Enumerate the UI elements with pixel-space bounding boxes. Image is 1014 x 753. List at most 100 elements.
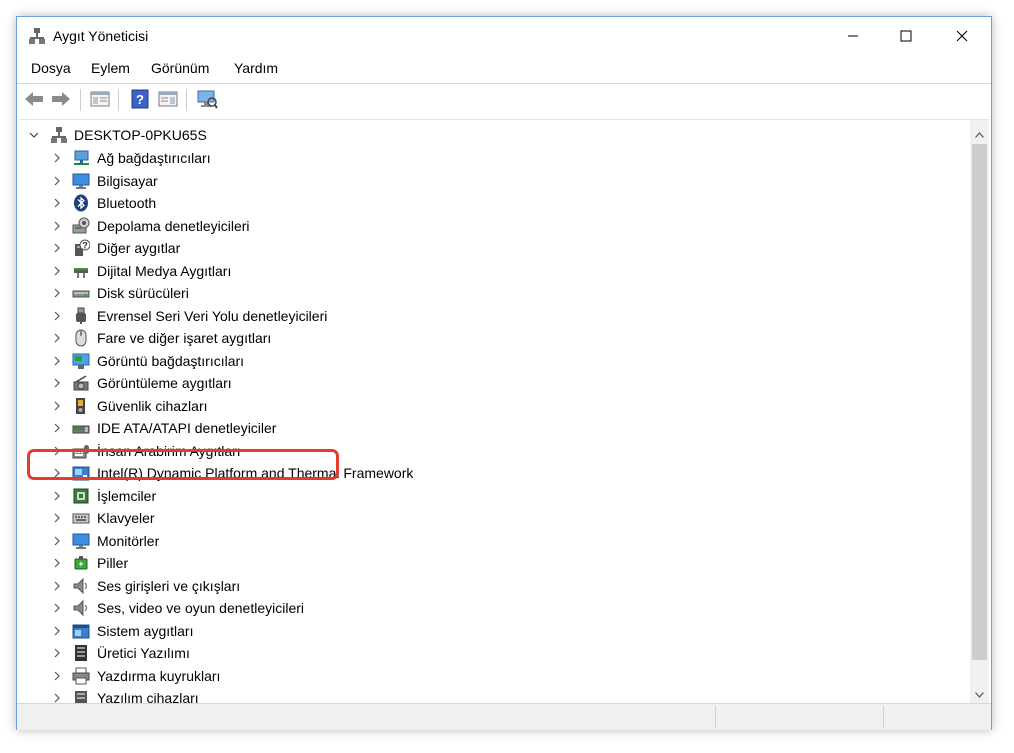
forward-button[interactable] [50, 88, 72, 110]
tree-item[interactable]: Dijital Medya Aygıtları [19, 260, 919, 282]
scan-hardware-button[interactable] [196, 88, 218, 110]
menu-view[interactable]: Görünüm [151, 60, 209, 76]
tree-item-label: Sistem aygıtları [97, 622, 194, 639]
tree-item[interactable]: Disk sürücüleri [19, 282, 919, 304]
chevron-right-icon[interactable] [52, 311, 62, 321]
properties-button[interactable] [89, 88, 111, 110]
tree-item-label: Ses, video ve oyun denetleyicileri [97, 600, 305, 616]
firmware-icon [75, 645, 87, 661]
tree-item-label: Bluetooth [97, 195, 157, 211]
chevron-down-icon[interactable] [29, 130, 39, 140]
tree-item[interactable]: Yazdırma kuyrukları [19, 665, 919, 687]
chevron-right-icon[interactable] [52, 671, 62, 681]
tree-item[interactable]: Evrensel Seri Veri Yolu denetleyicileri [19, 305, 919, 327]
svg-text:?: ? [136, 92, 144, 107]
vertical-scrollbar[interactable] [970, 120, 989, 704]
chevron-right-icon[interactable] [52, 491, 62, 501]
chevron-right-icon[interactable] [52, 153, 62, 163]
chevron-right-icon[interactable] [52, 243, 62, 253]
chevron-right-icon[interactable] [52, 603, 62, 613]
tree-item[interactable]: Sistem aygıtları [19, 620, 919, 642]
disk-drive-icon [72, 290, 90, 298]
mouse-icon [75, 329, 87, 347]
tree-item[interactable]: Ses, video ve oyun denetleyicileri [19, 597, 919, 619]
audio-io-icon [73, 577, 88, 594]
minimize-button[interactable] [830, 17, 876, 55]
tree-item[interactable]: Bluetooth [19, 192, 919, 214]
menu-file[interactable]: Dosya [31, 60, 71, 76]
tree-item-label: Diğer aygıtlar [97, 240, 181, 256]
title-bar[interactable]: Aygıt Yöneticisi [17, 17, 991, 55]
tree-item[interactable]: ? Diğer aygıtlar [19, 237, 919, 259]
tree-item[interactable]: Monitörler [19, 530, 919, 552]
tree-item[interactable]: Görüntü bağdaştırıcıları [19, 350, 919, 372]
chevron-right-icon[interactable] [52, 536, 62, 546]
tree-item[interactable]: Ses girişleri ve çıkışları [19, 575, 919, 597]
tree-item-label: Yazdırma kuyrukları [97, 667, 221, 684]
tree-item[interactable]: Ağ bağdaştırıcıları [19, 147, 919, 169]
menu-action[interactable]: Eylem [91, 60, 130, 76]
tree-item-label: İşlemciler [97, 487, 157, 504]
tree-item[interactable]: Üretici Yazılımı [19, 642, 919, 664]
close-button[interactable] [939, 17, 985, 55]
security-device-icon [76, 397, 85, 414]
highlight-box [27, 449, 339, 480]
chevron-right-icon[interactable] [52, 693, 62, 703]
tree-item-label: Evrensel Seri Veri Yolu denetleyicileri [97, 307, 328, 324]
tree-item-label: Klavyeler [97, 510, 155, 526]
menu-help[interactable]: Yardım [234, 60, 278, 76]
tree-item[interactable]: Piller [19, 552, 919, 574]
tree-item-label: Güvenlik cihazları [97, 397, 208, 414]
scroll-thumb[interactable] [972, 144, 987, 660]
chevron-right-icon[interactable] [52, 581, 62, 591]
system-devices-icon [72, 624, 90, 638]
chevron-right-icon[interactable] [52, 401, 62, 411]
chevron-right-icon[interactable] [52, 266, 62, 276]
chevron-right-icon[interactable] [52, 423, 62, 433]
network-adapter-icon [74, 150, 89, 165]
minimize-icon [848, 35, 858, 37]
help-button[interactable]: ? [129, 88, 151, 110]
chevron-right-icon[interactable] [52, 221, 62, 231]
tree-item[interactable]: Depolama denetleyicileri [19, 215, 919, 237]
tree-item[interactable]: Fare ve diğer işaret aygıtları [19, 327, 919, 349]
tree-item[interactable]: Klavyeler [19, 507, 919, 529]
chevron-right-icon[interactable] [52, 378, 62, 388]
update-driver-button[interactable] [157, 88, 179, 110]
tree-item[interactable]: Görüntüleme aygıtları [19, 372, 919, 394]
keyboard-icon [72, 513, 90, 524]
tree-item-label: Bilgisayar [97, 172, 158, 189]
tree-item[interactable]: Bilgisayar [19, 170, 919, 192]
chevron-right-icon[interactable] [52, 356, 62, 366]
back-button[interactable] [23, 88, 45, 110]
tree-item-label: Yazılım cihazları [97, 690, 199, 704]
tree-item[interactable]: İşlemciler [19, 485, 919, 507]
scroll-up-button[interactable] [970, 126, 989, 144]
computer-root-icon [51, 127, 67, 143]
tree-item-label: Dijital Medya Aygıtları [97, 262, 232, 279]
computer-name: DESKTOP-0PKU65S [74, 127, 207, 143]
scroll-down-button[interactable] [970, 686, 989, 704]
usb-icon [76, 307, 86, 324]
processor-icon [73, 488, 89, 503]
tree-item[interactable]: Yazılım cihazları [19, 687, 919, 704]
properties-icon [90, 91, 110, 107]
maximize-button[interactable] [883, 17, 929, 55]
ide-controller-icon [72, 425, 90, 434]
chevron-right-icon[interactable] [52, 513, 62, 523]
tree-item-label: Görüntüleme aygıtları [97, 375, 232, 391]
tree-item-label: Disk sürücüleri [97, 285, 189, 301]
chevron-right-icon[interactable] [52, 198, 62, 208]
chevron-right-icon[interactable] [52, 176, 62, 186]
chevron-right-icon[interactable] [52, 333, 62, 343]
chevron-right-icon[interactable] [52, 626, 62, 636]
chevron-right-icon[interactable] [52, 288, 62, 298]
forward-arrow-icon [52, 92, 70, 106]
storage-controller-icon [72, 217, 90, 233]
tree-item-label: Monitörler [97, 532, 160, 549]
chevron-right-icon[interactable] [52, 558, 62, 568]
chevron-right-icon[interactable] [52, 648, 62, 658]
tree-item[interactable]: IDE ATA/ATAPI denetleyiciler [19, 417, 919, 439]
toolbar-separator [186, 89, 187, 111]
tree-item[interactable]: Güvenlik cihazları [19, 395, 919, 417]
